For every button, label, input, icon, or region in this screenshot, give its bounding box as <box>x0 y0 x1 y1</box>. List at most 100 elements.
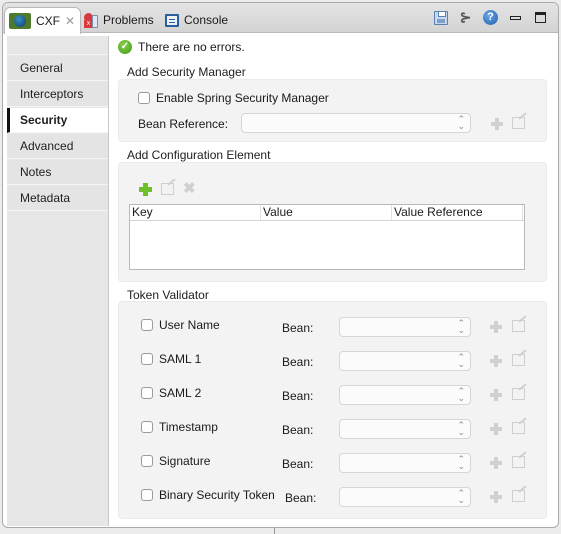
bean-select[interactable]: ⌃ ⌄ <box>339 487 471 507</box>
close-icon[interactable]: ✕ <box>65 14 75 28</box>
edit-icon[interactable] <box>161 183 174 195</box>
status-message: ✓ There are no errors. <box>118 40 245 54</box>
add-bean-icon[interactable] <box>490 423 502 435</box>
minimize-button[interactable] <box>508 10 523 25</box>
column-header-value[interactable]: Value <box>261 205 392 220</box>
checkbox-label: User Name <box>159 318 220 332</box>
token-validator-checkbox[interactable]: SAML 1 <box>141 352 201 366</box>
minimize-icon <box>510 15 521 20</box>
enable-spring-security-checkbox[interactable]: Enable Spring Security Manager <box>138 91 329 105</box>
sidebar-item-notes[interactable]: Notes <box>7 160 108 185</box>
bean-reference-label: Bean Reference: <box>138 117 229 131</box>
stepper-arrows-icon: ⌃ ⌄ <box>457 420 465 437</box>
bean-label: Bean: <box>282 423 314 437</box>
bean-select[interactable]: ⌃ ⌄ <box>339 453 471 473</box>
cxf-editor-window: CXF ✕ x Problems Console ⊱ ? General Int… <box>2 2 559 528</box>
check-circle-icon: ✓ <box>118 40 132 54</box>
maximize-button[interactable] <box>533 10 548 25</box>
bean-label: Bean: <box>282 321 314 335</box>
stepper-arrows-icon: ⌃ ⌄ <box>457 114 465 131</box>
sidebar-item-metadata[interactable]: Metadata <box>7 186 108 211</box>
config-element-title: Add Configuration Element <box>127 148 271 162</box>
token-validator-checkbox[interactable]: User Name <box>141 318 220 332</box>
bean-label: Bean: <box>282 355 314 369</box>
add-bean-icon[interactable] <box>490 321 502 333</box>
checkbox[interactable] <box>138 92 150 104</box>
checkbox-label: Enable Spring Security Manager <box>156 91 329 105</box>
checkbox[interactable] <box>141 489 153 501</box>
token-validator-checkbox[interactable]: Timestamp <box>141 420 218 434</box>
token-validator-checkbox[interactable]: Binary Security Token <box>141 488 275 502</box>
bean-label: Bean: <box>282 457 314 471</box>
table-header: Key Value Value Reference <box>130 205 524 221</box>
stepper-arrows-icon: ⌃ ⌄ <box>457 318 465 335</box>
checkbox[interactable] <box>141 319 153 331</box>
token-validator-checkbox[interactable]: Signature <box>141 454 210 468</box>
edit-bean-icon[interactable] <box>512 117 525 129</box>
bean-select[interactable]: ⌃ ⌄ <box>339 351 471 371</box>
save-icon <box>433 10 448 25</box>
checkbox[interactable] <box>141 421 153 433</box>
save-button[interactable] <box>433 10 448 25</box>
help-icon: ? <box>483 10 498 25</box>
tree-icon[interactable]: ⊱ <box>458 9 473 25</box>
edit-bean-icon[interactable] <box>512 388 525 400</box>
checkbox[interactable] <box>141 455 153 467</box>
add-icon[interactable] <box>139 183 152 196</box>
status-text: There are no errors. <box>138 40 245 54</box>
column-header-value-reference[interactable]: Value Reference <box>392 205 523 220</box>
edit-bean-icon[interactable] <box>512 456 525 468</box>
edit-bean-icon[interactable] <box>512 354 525 366</box>
checkbox-label: SAML 1 <box>159 352 202 366</box>
checkbox[interactable] <box>141 387 153 399</box>
column-header-key[interactable]: Key <box>130 205 261 220</box>
divider <box>274 528 275 534</box>
edit-bean-icon[interactable] <box>512 490 525 502</box>
add-bean-icon[interactable] <box>491 118 503 130</box>
edit-bean-icon[interactable] <box>512 320 525 332</box>
security-manager-group: Enable Spring Security Manager Bean Refe… <box>118 79 547 142</box>
tab-problems[interactable]: x Problems <box>84 7 154 33</box>
bean-select[interactable]: ⌃ ⌄ <box>339 385 471 405</box>
security-panel: ✓ There are no errors. Add Security Mana… <box>113 36 551 526</box>
view-tab-bar: CXF ✕ x Problems Console ⊱ ? <box>3 3 558 34</box>
add-bean-icon[interactable] <box>490 389 502 401</box>
add-bean-icon[interactable] <box>490 491 502 503</box>
help-button[interactable]: ? <box>483 10 498 25</box>
sidebar-item-interceptors[interactable]: Interceptors <box>7 82 108 107</box>
delete-icon[interactable]: ✖ <box>183 181 196 196</box>
edit-bean-icon[interactable] <box>512 422 525 434</box>
stepper-arrows-icon: ⌃ ⌄ <box>457 488 465 505</box>
checkbox-label: SAML 2 <box>159 386 202 400</box>
checkbox[interactable] <box>141 353 153 365</box>
token-validator-group: User Name Bean: ⌃ ⌄ SAML 1 Bean: ⌃ ⌄ SAML 2 Bean:… <box>118 301 547 519</box>
sidebar-item-general[interactable]: General <box>7 56 108 81</box>
tab-console[interactable]: Console <box>165 7 228 33</box>
bean-select[interactable]: ⌃ ⌄ <box>339 317 471 337</box>
bean-label: Bean: <box>282 389 314 403</box>
console-icon <box>165 13 179 27</box>
cxf-globe-icon <box>9 13 31 29</box>
bean-select[interactable]: ⌃ ⌄ <box>339 419 471 439</box>
add-bean-icon[interactable] <box>490 355 502 367</box>
sidebar-item-advanced[interactable]: Advanced <box>7 134 108 159</box>
security-manager-title: Add Security Manager <box>127 65 246 79</box>
checkbox-label: Timestamp <box>159 420 218 434</box>
tab-cxf[interactable]: CXF ✕ <box>4 7 81 34</box>
bean-reference-select[interactable]: ⌃ ⌄ <box>241 113 471 133</box>
config-element-table[interactable]: Key Value Value Reference <box>129 204 525 270</box>
sidebar-spacer <box>7 36 108 55</box>
stepper-arrows-icon: ⌃ ⌄ <box>457 454 465 471</box>
checkbox-label: Signature <box>159 454 211 468</box>
sidebar-item-security[interactable]: Security <box>7 108 108 133</box>
stepper-arrows-icon: ⌃ ⌄ <box>457 352 465 369</box>
maximize-icon <box>535 12 546 23</box>
problems-icon: x <box>84 12 98 28</box>
bean-label: Bean: <box>285 491 317 505</box>
stepper-arrows-icon: ⌃ ⌄ <box>457 386 465 403</box>
checkbox-label: Binary Security Token <box>159 488 275 502</box>
add-bean-icon[interactable] <box>490 457 502 469</box>
tab-label: Problems <box>103 13 154 27</box>
token-validator-checkbox[interactable]: SAML 2 <box>141 386 201 400</box>
token-validator-title: Token Validator <box>127 288 209 302</box>
